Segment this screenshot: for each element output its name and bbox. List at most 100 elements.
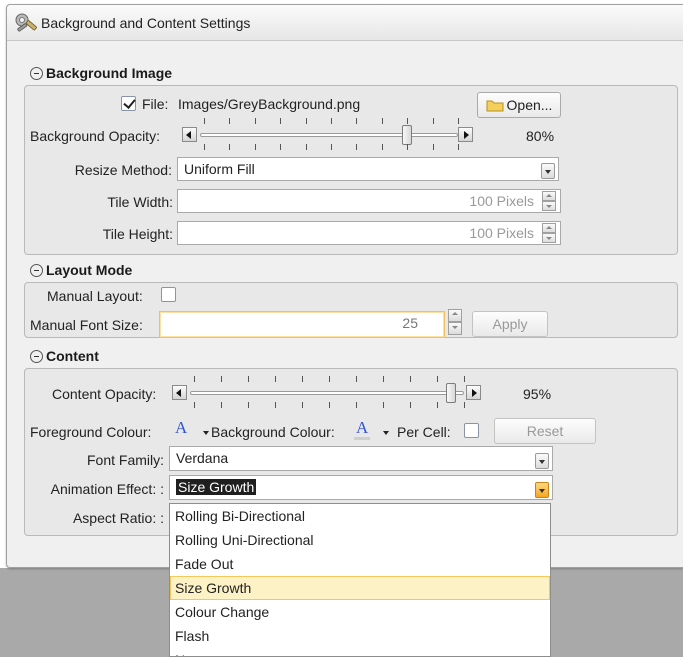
slider-tick: [280, 144, 282, 150]
slider-tick: [254, 118, 256, 124]
stepper-up[interactable]: [542, 223, 556, 233]
background-colour-label: Background Colour:: [211, 424, 335, 440]
slider-tick: [458, 144, 459, 150]
background-opacity-value: 80%: [526, 128, 555, 144]
animation-option[interactable]: Rolling Uni-Directional: [170, 528, 550, 552]
background-colour-swatch: [354, 437, 370, 440]
resize-method-label: Resize Method:: [74, 162, 172, 178]
background-colour-icon[interactable]: A: [356, 418, 368, 438]
slider-tick: [458, 118, 459, 124]
slider-tick: [381, 118, 383, 124]
slider-tick: [275, 402, 276, 408]
tile-height-label: Tile Height:: [102, 226, 173, 242]
slider-tick: [407, 144, 409, 150]
font-family-dropdown-button[interactable]: [535, 453, 549, 469]
per-cell-label: Per Cell:: [397, 424, 451, 440]
animation-effect-label: Animation Effect: :: [50, 481, 164, 497]
collapse-icon[interactable]: [30, 264, 43, 277]
slider-right-arrow[interactable]: [466, 385, 481, 400]
stepper-down[interactable]: [448, 322, 462, 335]
slider-tick: [305, 144, 307, 150]
window-title: Background and Content Settings: [41, 15, 251, 31]
animation-option-selected[interactable]: Size Growth: [170, 576, 550, 600]
content-opacity-slider[interactable]: [170, 376, 492, 408]
slider-tick: [383, 402, 384, 408]
content-opacity-value: 95%: [523, 386, 552, 402]
slider-right-arrow[interactable]: [458, 127, 473, 142]
animation-effect-select[interactable]: Size Growth: [169, 475, 553, 500]
background-opacity-label: Background Opacity:: [30, 128, 160, 144]
animation-dropdown-button[interactable]: [535, 482, 549, 498]
animation-options-list[interactable]: Rolling Bi-Directional Rolling Uni-Direc…: [169, 503, 551, 657]
apply-button[interactable]: Apply: [472, 311, 548, 337]
manual-font-size-field[interactable]: 25: [159, 311, 445, 338]
slider-tick: [275, 376, 276, 382]
animation-option[interactable]: Colour Change: [170, 600, 550, 624]
per-cell-checkbox[interactable]: [464, 423, 479, 438]
manual-layout-label: Manual Layout:: [47, 288, 143, 304]
slider-tick: [381, 144, 383, 150]
manual-font-size-label: Manual Font Size:: [30, 317, 143, 333]
animation-option[interactable]: Flash: [170, 624, 550, 648]
slider-tick: [229, 144, 231, 150]
slider-tick: [356, 376, 357, 382]
tile-height-field[interactable]: 100 Pixels: [177, 221, 561, 245]
stepper-up[interactable]: [542, 191, 556, 201]
font-family-label: Font Family:: [86, 452, 164, 468]
stepper-down[interactable]: [542, 201, 556, 211]
open-button[interactable]: Open...: [477, 92, 561, 118]
collapse-icon[interactable]: [30, 67, 43, 80]
slider-tick: [221, 376, 222, 382]
stepper-down[interactable]: [542, 233, 556, 243]
slider-tick: [331, 118, 332, 124]
slider-tick: [437, 402, 438, 408]
file-checkbox[interactable]: [121, 96, 136, 111]
foreground-colour-dropdown[interactable]: [203, 431, 209, 435]
slider-tick: [221, 402, 222, 408]
slider-thumb[interactable]: [445, 383, 456, 403]
animation-option[interactable]: None: [170, 648, 550, 656]
folder-icon: [486, 100, 504, 112]
stepper-up[interactable]: [448, 309, 462, 322]
slider-tick: [305, 118, 307, 124]
manual-layout-checkbox[interactable]: [161, 287, 176, 302]
slider-tick: [464, 402, 465, 408]
slider-tick: [407, 118, 409, 124]
resize-method-select[interactable]: Uniform Fill: [177, 157, 559, 181]
slider-tick: [329, 376, 330, 382]
slider-tick: [383, 376, 384, 382]
font-size-stepper[interactable]: [448, 309, 462, 335]
content-header[interactable]: Content: [30, 348, 99, 364]
slider-tick: [194, 402, 195, 408]
slider-tick: [248, 402, 249, 408]
slider-tick: [464, 376, 465, 382]
tile-width-stepper[interactable]: [542, 191, 556, 211]
background-colour-dropdown[interactable]: [383, 431, 389, 435]
foreground-colour-icon[interactable]: A: [175, 418, 187, 438]
animation-option[interactable]: Rolling Bi-Directional: [170, 504, 550, 528]
font-family-select[interactable]: Verdana: [169, 446, 553, 471]
slider-thumb[interactable]: [402, 125, 413, 145]
resize-dropdown-button[interactable]: [541, 163, 555, 179]
title-bar[interactable]: Background and Content Settings: [7, 5, 683, 41]
layout-mode-header[interactable]: Layout Mode: [30, 262, 132, 278]
background-image-header[interactable]: Background Image: [30, 65, 172, 81]
reset-button[interactable]: Reset: [494, 418, 596, 444]
aspect-ratio-label: Aspect Ratio: :: [72, 510, 164, 526]
slider-left-arrow[interactable]: [182, 127, 197, 142]
slider-track[interactable]: [190, 391, 464, 395]
slider-track[interactable]: [200, 133, 458, 137]
slider-tick: [302, 376, 303, 382]
background-opacity-slider[interactable]: [180, 118, 476, 150]
slider-tick: [302, 402, 303, 408]
tile-width-field[interactable]: 100 Pixels: [177, 189, 561, 213]
slider-tick: [432, 144, 434, 150]
animation-option[interactable]: Fade Out: [170, 552, 550, 576]
collapse-icon[interactable]: [30, 350, 43, 363]
tile-height-stepper[interactable]: [542, 223, 556, 243]
slider-left-arrow[interactable]: [172, 385, 187, 400]
slider-tick: [356, 402, 357, 408]
slider-tick: [329, 402, 330, 408]
slider-tick: [194, 376, 195, 382]
slider-tick: [280, 118, 282, 124]
